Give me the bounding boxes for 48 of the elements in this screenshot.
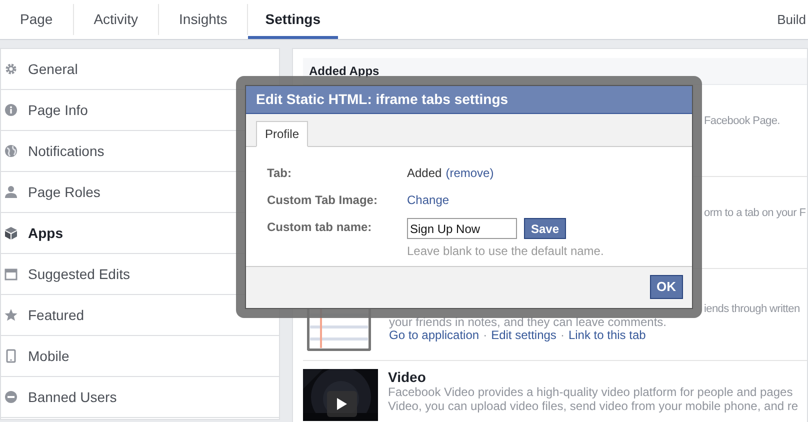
person-icon bbox=[4, 185, 18, 199]
sidebar-label: Page Info bbox=[28, 100, 88, 120]
sidebar-label: General bbox=[28, 60, 78, 78]
app-description: your friends in notes, and they can leave comments. bbox=[389, 316, 668, 329]
app-description: Video, you can upload video files, send video from your mobile phone, and re bbox=[388, 399, 798, 413]
sidebar-label: Suggested Edits bbox=[28, 264, 130, 284]
calendar-icon bbox=[4, 267, 18, 281]
field-value: Added bbox=[407, 165, 442, 182]
sidebar-label: Featured bbox=[28, 306, 84, 324]
sidebar-label: Notifications bbox=[28, 142, 104, 160]
text-input[interactable]: Sign Up Now bbox=[407, 218, 517, 239]
info-icon bbox=[4, 103, 18, 117]
sidebar-item[interactable]: Banned Users bbox=[1, 377, 279, 418]
star-icon bbox=[4, 308, 18, 322]
app-description: Facebook Video provides a high-quality video platform for people and pages bbox=[388, 385, 794, 399]
sidebar-label: Apps bbox=[28, 224, 63, 243]
sidebar-item[interactable]: Mobile bbox=[1, 336, 279, 377]
ok-button[interactable]: OK bbox=[650, 274, 683, 298]
change-link[interactable]: Change bbox=[407, 191, 450, 209]
app-description: Facebook Page. bbox=[704, 114, 780, 129]
app-description: orm to a tab on your F bbox=[704, 206, 806, 221]
app-title: Video bbox=[388, 369, 427, 385]
sidebar-label: Page Roles bbox=[28, 182, 100, 202]
save-button[interactable]: Save bbox=[524, 218, 566, 239]
build-link[interactable]: Build bbox=[777, 10, 808, 30]
link-separator: · bbox=[483, 329, 488, 342]
phone-icon bbox=[4, 349, 18, 363]
nav-tab[interactable]: Settings bbox=[248, 0, 338, 39]
cube-icon bbox=[4, 226, 18, 240]
section-title: Added Apps bbox=[309, 63, 380, 80]
dialog-tab[interactable]: Profile bbox=[256, 121, 308, 147]
globe-icon bbox=[4, 144, 18, 158]
play-button[interactable] bbox=[327, 391, 357, 417]
app-link[interactable]: Link to this tab bbox=[568, 329, 646, 342]
field-hint: Leave blank to use the default name. bbox=[407, 243, 604, 260]
sidebar-label: Mobile bbox=[28, 346, 70, 366]
app-link[interactable]: Go to application bbox=[389, 329, 480, 342]
app-description: iends through written bbox=[704, 303, 800, 316]
play-icon bbox=[337, 398, 347, 410]
app-link[interactable]: Edit settings bbox=[491, 329, 556, 342]
gear-icon bbox=[4, 62, 18, 76]
nav-tab[interactable]: Page bbox=[0, 4, 74, 35]
nav-tab[interactable]: Insights bbox=[159, 4, 248, 35]
remove-link[interactable]: (remove) bbox=[446, 164, 494, 182]
minus-circle-icon bbox=[4, 390, 18, 404]
nav-tab[interactable]: Activity bbox=[74, 4, 160, 35]
sidebar-label: Banned Users bbox=[28, 388, 117, 406]
link-separator: · bbox=[560, 329, 564, 342]
